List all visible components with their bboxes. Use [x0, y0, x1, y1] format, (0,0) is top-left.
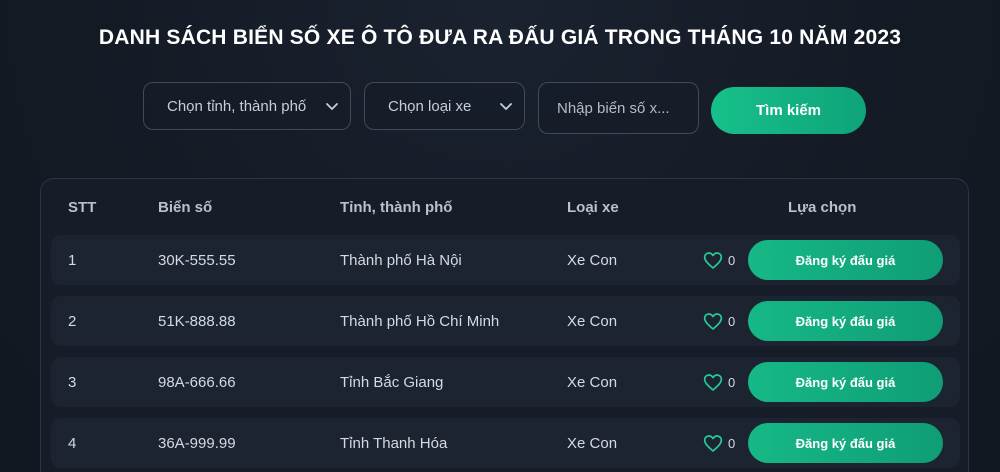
page: DANH SÁCH BIỂN SỐ XE Ô TÔ ĐƯA RA ĐẤU GIÁ… [0, 0, 1000, 472]
row-province: Tỉnh Bắc Giang [340, 374, 444, 391]
register-auction-button[interactable]: Đăng ký đấu giá [748, 301, 943, 341]
table-row: 1 30K-555.55 Thành phố Hà Nội Xe Con 0 Đ… [51, 235, 960, 285]
row-plate: 51K-888.88 [158, 313, 236, 330]
like-count: 0 [728, 313, 736, 329]
column-header-province: Tỉnh, thành phố [340, 199, 453, 216]
heart-icon [703, 251, 723, 269]
row-stt: 4 [68, 435, 77, 452]
province-select-value: Chọn tỉnh, thành phố [167, 97, 307, 115]
row-province: Thành phố Hồ Chí Minh [340, 313, 500, 330]
table-row: 3 98A-666.66 Tỉnh Bắc Giang Xe Con 0 Đăn… [51, 357, 960, 407]
plate-search-input[interactable] [538, 82, 699, 134]
search-button[interactable]: Tìm kiếm [711, 87, 866, 134]
heart-icon [703, 373, 723, 391]
page-title: DANH SÁCH BIỂN SỐ XE Ô TÔ ĐƯA RA ĐẤU GIÁ… [98, 26, 902, 49]
row-vehicle-type: Xe Con [567, 374, 618, 391]
register-auction-button[interactable]: Đăng ký đấu giá [748, 362, 943, 402]
like-count: 0 [728, 374, 736, 390]
table-row: 2 51K-888.88 Thành phố Hồ Chí Minh Xe Co… [51, 296, 960, 346]
row-province: Tỉnh Thanh Hóa [340, 435, 448, 452]
like-count: 0 [728, 252, 736, 268]
register-auction-button[interactable]: Đăng ký đấu giá [748, 423, 943, 463]
like-button[interactable]: 0 [703, 250, 735, 270]
row-plate: 30K-555.55 [158, 252, 236, 269]
row-vehicle-type: Xe Con [567, 435, 618, 452]
row-plate: 98A-666.66 [158, 374, 236, 391]
table-header: STT Biển số Tỉnh, thành phố Loại xe Lựa … [41, 179, 970, 235]
row-stt: 1 [68, 252, 77, 269]
province-select[interactable]: Chọn tỉnh, thành phố [143, 82, 351, 130]
table-row: 4 36A-999.99 Tỉnh Thanh Hóa Xe Con 0 Đăn… [51, 418, 960, 468]
heart-icon [703, 434, 723, 452]
row-vehicle-type: Xe Con [567, 313, 618, 330]
row-stt: 3 [68, 374, 77, 391]
vehicle-type-select-value: Chọn loại xe [388, 97, 472, 115]
column-header-plate: Biển số [158, 199, 213, 216]
chevron-down-icon [326, 103, 338, 110]
row-vehicle-type: Xe Con [567, 252, 618, 269]
vehicle-type-select[interactable]: Chọn loại xe [364, 82, 525, 130]
row-stt: 2 [68, 313, 77, 330]
plates-table: STT Biển số Tỉnh, thành phố Loại xe Lựa … [40, 178, 969, 472]
like-button[interactable]: 0 [703, 372, 735, 392]
column-header-stt: STT [68, 199, 97, 216]
register-auction-button[interactable]: Đăng ký đấu giá [748, 240, 943, 280]
like-button[interactable]: 0 [703, 433, 735, 453]
row-plate: 36A-999.99 [158, 435, 236, 452]
column-header-vehicle-type: Loại xe [567, 199, 619, 216]
chevron-down-icon [500, 103, 512, 110]
filter-bar: Chọn tỉnh, thành phố Chọn loại xe Tìm ki… [0, 82, 1000, 134]
heart-icon [703, 312, 723, 330]
column-header-options: Lựa chọn [788, 199, 857, 216]
like-count: 0 [728, 435, 736, 451]
row-province: Thành phố Hà Nội [340, 252, 462, 269]
like-button[interactable]: 0 [703, 311, 735, 331]
